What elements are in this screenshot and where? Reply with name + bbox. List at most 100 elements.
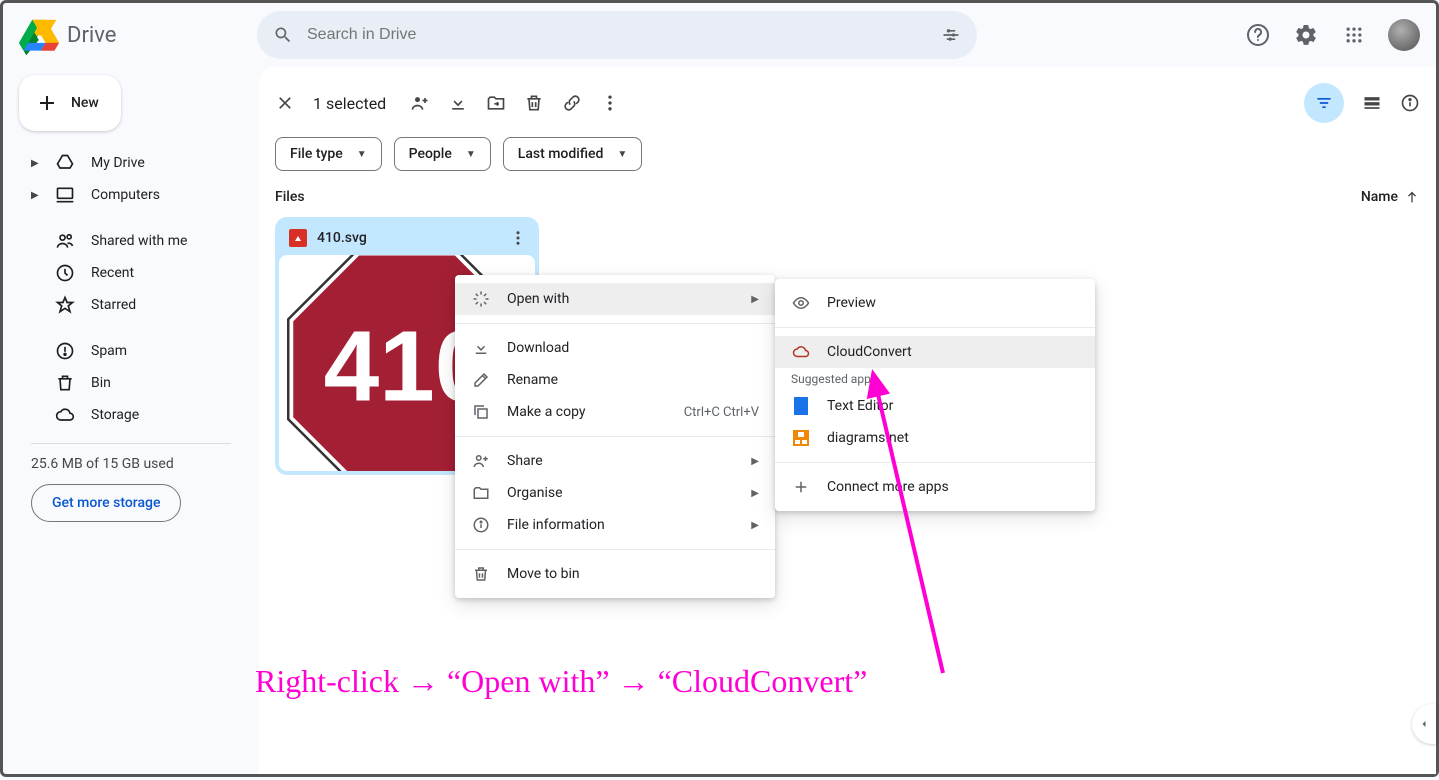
text-editor-icon xyxy=(791,397,811,415)
download-icon[interactable] xyxy=(448,83,468,123)
selection-toolbar: 1 selected xyxy=(275,79,1420,127)
chevron-down-icon: ▼ xyxy=(466,149,476,160)
sidebar-item-label: Spam xyxy=(91,343,127,359)
share-icon xyxy=(471,452,491,470)
drive-logo-icon xyxy=(19,15,59,55)
settings-icon[interactable] xyxy=(1286,15,1326,55)
cloudconvert-icon xyxy=(791,343,811,361)
chevron-right-icon: ▶ xyxy=(751,294,759,305)
search-icon xyxy=(273,25,293,45)
suggested-apps-label: Suggested apps xyxy=(775,368,1095,390)
filter-view-icon[interactable] xyxy=(1304,83,1344,123)
sidebar: New ▶ My Drive ▶ Computers Shared with m… xyxy=(3,67,259,774)
chevron-right-icon: ▶ xyxy=(751,456,759,467)
chevron-right-icon: ▶ xyxy=(751,520,759,531)
mydrive-icon xyxy=(55,153,75,173)
menu-download[interactable]: Download xyxy=(455,332,775,364)
image-file-icon xyxy=(289,229,307,247)
menu-file-info[interactable]: File information ▶ xyxy=(455,509,775,541)
sidebar-item-mydrive[interactable]: ▶ My Drive xyxy=(19,147,243,179)
recent-icon xyxy=(55,263,75,283)
search-options-icon[interactable] xyxy=(941,25,961,45)
context-menu: Open with ▶ Download Rename Make a copy … xyxy=(455,275,775,598)
sidebar-item-storage[interactable]: Storage xyxy=(19,399,243,431)
delete-icon[interactable] xyxy=(524,83,544,123)
info-icon xyxy=(471,516,491,534)
open-with-submenu: Preview CloudConvert Suggested apps Text… xyxy=(775,279,1095,511)
chevron-down-icon: ▼ xyxy=(357,149,367,160)
filter-chips: File type▼ People▼ Last modified▼ xyxy=(275,137,1420,171)
header-icons xyxy=(1222,15,1420,55)
folder-icon xyxy=(471,484,491,502)
shared-icon xyxy=(55,231,75,251)
new-button[interactable]: New xyxy=(19,75,121,131)
app-name: Drive xyxy=(67,23,116,48)
submenu-connect-more[interactable]: Connect more apps xyxy=(775,471,1095,503)
sidebar-item-bin[interactable]: Bin xyxy=(19,367,243,399)
apps-icon[interactable] xyxy=(1334,15,1374,55)
menu-organise[interactable]: Organise ▶ xyxy=(455,477,775,509)
sidebar-item-recent[interactable]: Recent xyxy=(19,257,243,289)
chevron-right-icon: ▶ xyxy=(31,158,39,169)
logo-area[interactable]: Drive xyxy=(19,15,257,55)
files-section-label: Files xyxy=(275,189,305,205)
starred-icon xyxy=(55,295,75,315)
list-view-icon[interactable] xyxy=(1362,83,1382,123)
chip-people[interactable]: People▼ xyxy=(394,137,491,171)
download-icon xyxy=(471,339,491,357)
chip-file-type[interactable]: File type▼ xyxy=(275,137,382,171)
new-button-label: New xyxy=(71,95,99,111)
arrow-up-icon[interactable] xyxy=(1404,189,1420,205)
sidebar-item-shared[interactable]: Shared with me xyxy=(19,225,243,257)
sidebar-item-spam[interactable]: Spam xyxy=(19,335,243,367)
submenu-diagrams[interactable]: diagrams.net xyxy=(775,422,1095,454)
sidebar-item-label: Computers xyxy=(91,187,160,203)
menu-rename[interactable]: Rename xyxy=(455,364,775,396)
get-more-storage-button[interactable]: Get more storage xyxy=(31,484,181,522)
support-icon[interactable] xyxy=(1238,15,1278,55)
chevron-right-icon: ▶ xyxy=(31,190,39,201)
link-icon[interactable] xyxy=(562,83,582,123)
chevron-down-icon: ▼ xyxy=(617,149,627,160)
selection-count: 1 selected xyxy=(313,94,386,113)
sidebar-item-label: My Drive xyxy=(91,155,145,171)
storage-icon xyxy=(55,405,75,425)
open-with-icon xyxy=(471,290,491,308)
more-icon[interactable] xyxy=(600,83,620,123)
menu-open-with[interactable]: Open with ▶ xyxy=(455,283,775,315)
menu-move-to-bin[interactable]: Move to bin xyxy=(455,558,775,590)
menu-share[interactable]: Share ▶ xyxy=(455,445,775,477)
chevron-right-icon: ▶ xyxy=(751,488,759,499)
sidebar-item-computers[interactable]: ▶ Computers xyxy=(19,179,243,211)
sidebar-item-label: Bin xyxy=(91,375,111,391)
chip-last-modified[interactable]: Last modified▼ xyxy=(503,137,643,171)
sidebar-item-label: Recent xyxy=(91,265,134,281)
file-more-icon[interactable] xyxy=(509,229,527,247)
shortcut-text: Ctrl+C Ctrl+V xyxy=(684,405,759,420)
file-name: 410.svg xyxy=(317,230,499,246)
submenu-text-editor[interactable]: Text Editor xyxy=(775,390,1095,422)
app-header: Drive xyxy=(3,3,1436,67)
bin-icon xyxy=(471,565,491,583)
sort-by-label[interactable]: Name xyxy=(1361,189,1398,205)
close-selection-icon[interactable] xyxy=(275,93,295,113)
storage-usage-text: 25.6 MB of 15 GB used xyxy=(31,456,231,472)
sidebar-item-label: Starred xyxy=(91,297,136,313)
sidebar-item-label: Shared with me xyxy=(91,233,187,249)
share-icon[interactable] xyxy=(410,83,430,123)
copy-icon xyxy=(471,403,491,421)
info-icon[interactable] xyxy=(1400,83,1420,123)
search-input[interactable] xyxy=(307,26,927,44)
storage-area: 25.6 MB of 15 GB used Get more storage xyxy=(19,431,243,530)
annotation-text: Right-click → “Open with” → “CloudConver… xyxy=(255,663,867,700)
submenu-cloudconvert[interactable]: CloudConvert xyxy=(775,336,1095,368)
submenu-preview[interactable]: Preview xyxy=(775,287,1095,319)
bin-icon xyxy=(55,373,75,393)
account-avatar[interactable] xyxy=(1388,19,1420,51)
move-icon[interactable] xyxy=(486,83,506,123)
rename-icon xyxy=(471,371,491,389)
plus-icon xyxy=(791,478,811,496)
search-bar[interactable] xyxy=(257,11,977,59)
menu-make-copy[interactable]: Make a copy Ctrl+C Ctrl+V xyxy=(455,396,775,428)
sidebar-item-starred[interactable]: Starred xyxy=(19,289,243,321)
